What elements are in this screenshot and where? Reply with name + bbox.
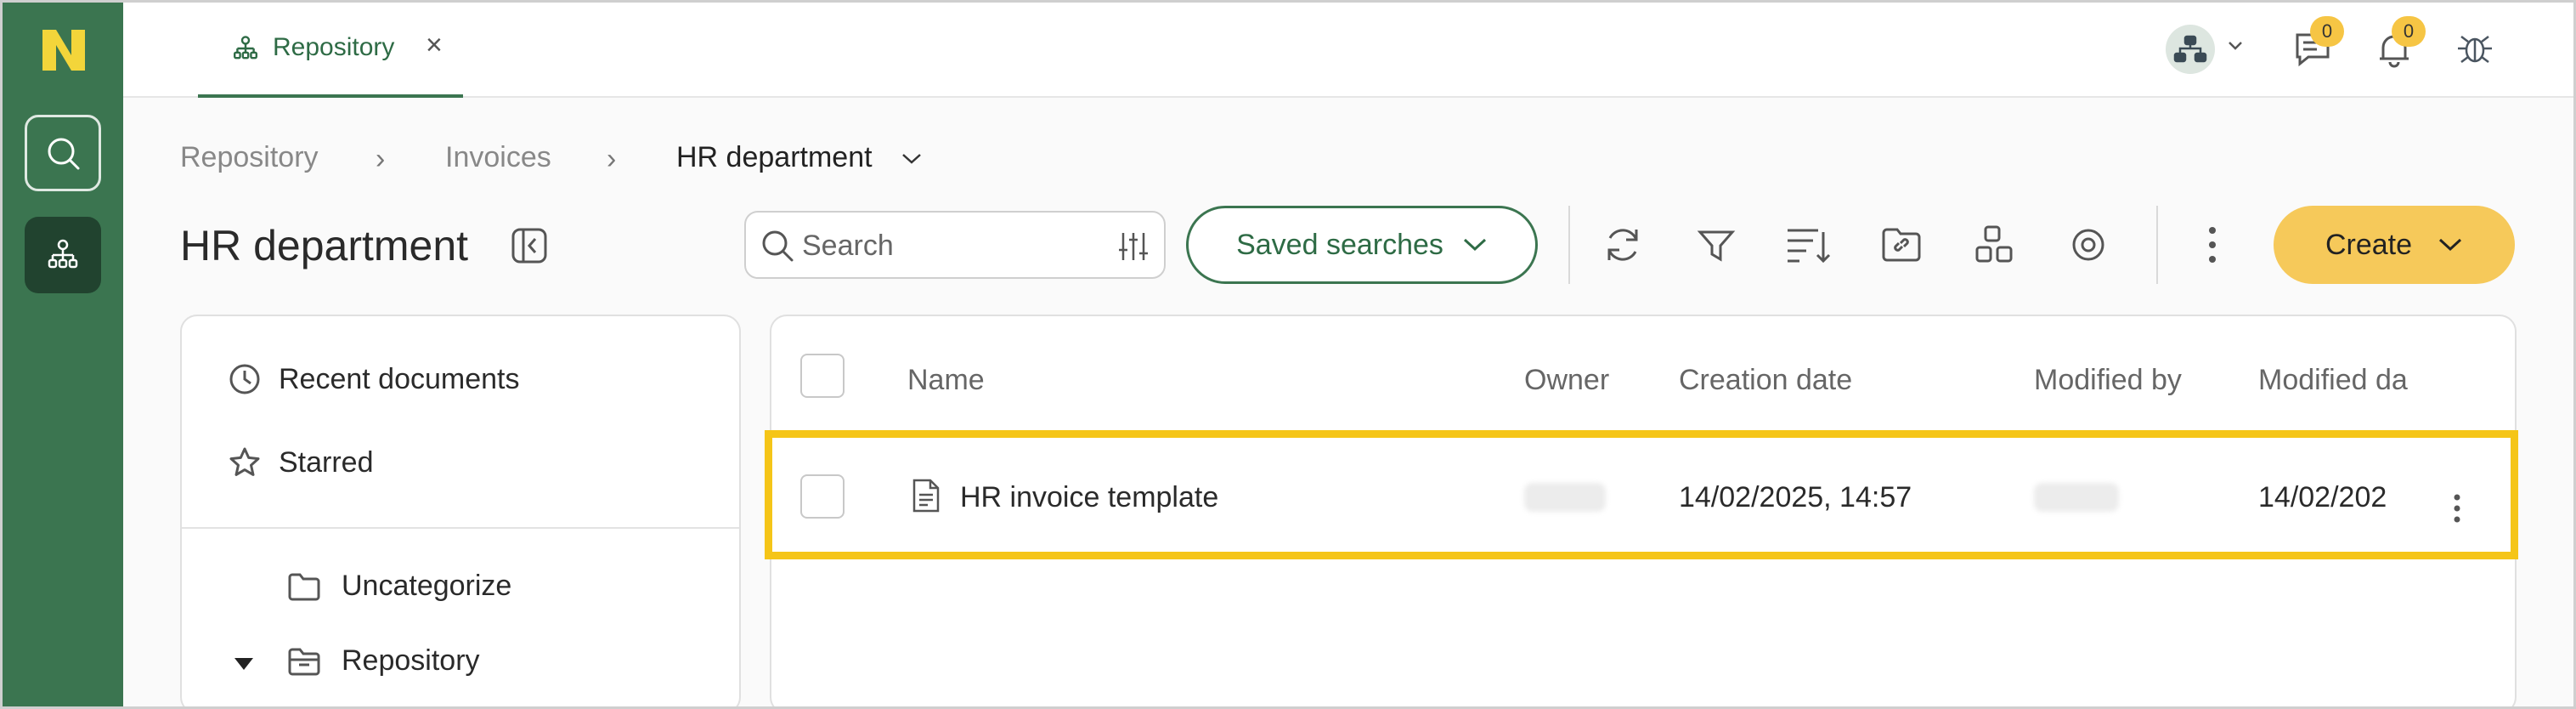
folder-item-label: Uncategorize (342, 570, 512, 602)
hierarchy-icon (48, 239, 78, 269)
more-options-button[interactable] (2187, 219, 2238, 270)
bug-icon[interactable] (2455, 28, 2495, 69)
create-label: Create (2325, 228, 2413, 261)
filter-button[interactable] (1691, 219, 1742, 270)
sidebar-panel: Recent documents Starred Uncategorize Re… (180, 315, 741, 709)
messages-badge: 0 (2310, 16, 2344, 47)
rail-search-button[interactable] (25, 115, 101, 191)
breadcrumb-separator: › (376, 143, 386, 175)
notifications-badge: 0 (2392, 16, 2426, 47)
filter-icon (1697, 230, 1736, 262)
sort-icon (1788, 229, 1831, 264)
sidebar-item-starred[interactable]: Starred (228, 445, 374, 479)
top-bar: Repository × 0 0 (123, 3, 2573, 98)
page-title: HR department (180, 222, 469, 269)
sidebar-divider (182, 527, 739, 529)
breadcrumb-repository[interactable]: Repository (180, 141, 319, 174)
saved-searches-button[interactable]: Saved searches (1186, 206, 1538, 284)
app-rail (3, 3, 123, 706)
breadcrumb-current[interactable]: HR department (676, 141, 873, 174)
chevron-down-icon[interactable] (2227, 40, 2244, 52)
widgets-icon (1975, 225, 2013, 263)
folder-link-icon (1882, 228, 1921, 262)
rail-repository-button[interactable] (25, 217, 101, 293)
column-header-creation-date[interactable]: Creation date (1679, 364, 1852, 397)
chevron-down-icon (1463, 238, 1486, 252)
breadcrumb-invoices[interactable]: Invoices (445, 141, 551, 174)
tab-close-button[interactable]: × (426, 28, 443, 62)
eye-icon (2072, 229, 2104, 261)
app-logo (39, 26, 88, 74)
collapse-panel-icon[interactable] (510, 226, 549, 265)
more-vertical-icon (2209, 227, 2216, 263)
sidebar-item-label: Starred (279, 445, 374, 479)
star-icon (229, 447, 260, 476)
caret-down-icon[interactable] (233, 656, 255, 672)
search-icon (48, 138, 80, 170)
folder-item-uncategorize[interactable]: Uncategorize (287, 570, 511, 603)
refresh-icon (1607, 229, 1638, 261)
folder-icon (288, 573, 320, 600)
toolbar-divider (2156, 206, 2158, 284)
saved-searches-label: Saved searches (1236, 228, 1443, 261)
chevron-down-icon (2439, 238, 2462, 252)
widgets-button[interactable] (1969, 219, 2020, 270)
tab-repository[interactable]: Repository × (198, 3, 463, 98)
folder-item-repository[interactable]: Repository (287, 644, 480, 678)
chevron-down-icon[interactable] (901, 151, 923, 167)
search-field[interactable] (744, 211, 1166, 279)
tab-label: Repository (273, 33, 395, 61)
hierarchy-icon (234, 36, 257, 60)
clock-icon (229, 364, 260, 394)
column-header-modified-by[interactable]: Modified by (2034, 364, 2182, 397)
linked-folder-button[interactable] (1876, 219, 1927, 270)
select-all-checkbox[interactable] (800, 354, 845, 398)
toolbar-divider (1568, 206, 1570, 284)
refresh-button[interactable] (1597, 219, 1648, 270)
column-header-owner[interactable]: Owner (1524, 364, 1609, 397)
folder-item-label: Repository (342, 644, 480, 677)
workflow-icon (2173, 35, 2207, 63)
workflow-avatar[interactable] (2166, 25, 2215, 74)
breadcrumb-separator: › (607, 143, 617, 175)
sidebar-item-label: Recent documents (279, 362, 520, 395)
sort-button[interactable] (1782, 219, 1833, 270)
column-header-name[interactable]: Name (907, 364, 985, 397)
column-header-modified-date[interactable]: Modified da (2258, 364, 2408, 397)
folder-open-icon (288, 648, 320, 675)
sidebar-item-recent-documents[interactable]: Recent documents (228, 362, 520, 396)
row-highlight (765, 430, 2518, 559)
search-icon (762, 230, 794, 262)
filter-settings-icon[interactable] (1116, 230, 1150, 264)
view-button[interactable] (2063, 219, 2114, 270)
create-button[interactable]: Create (2274, 206, 2515, 284)
search-input[interactable] (802, 226, 1091, 265)
